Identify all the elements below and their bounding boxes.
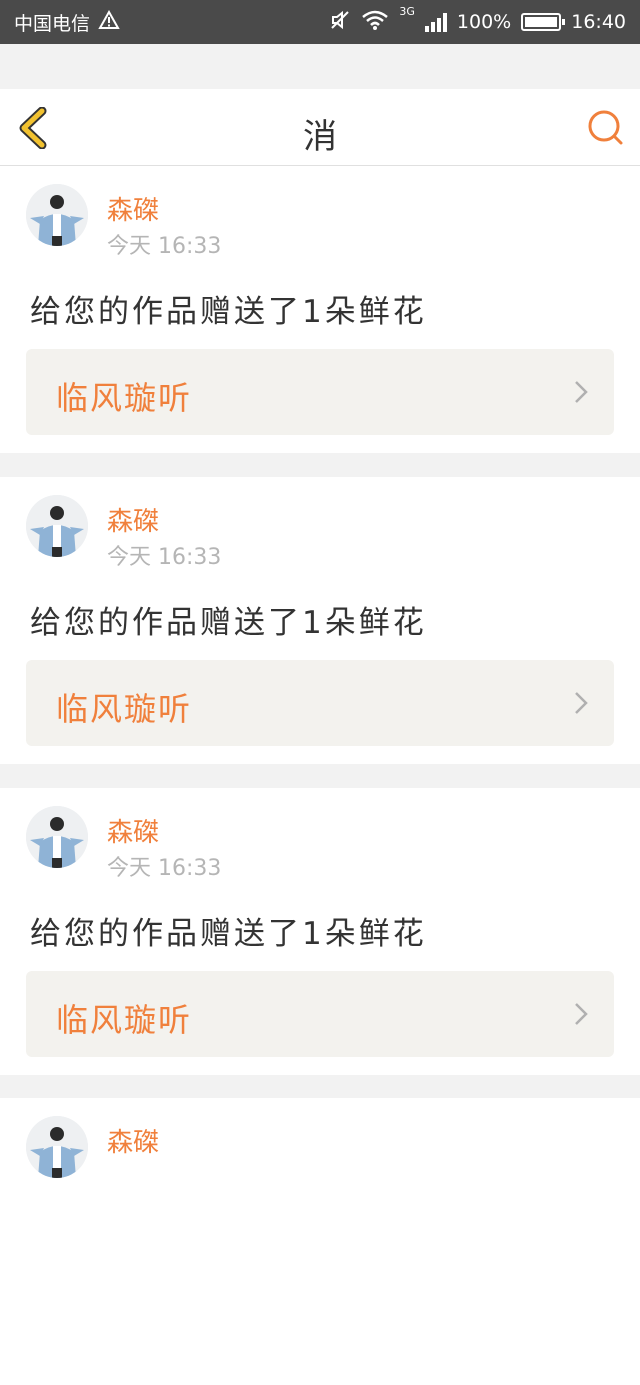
message-text: 给您的作品赠送了1朵鲜花 [30,605,427,641]
avatar[interactable] [26,184,88,246]
wifi-icon [361,9,389,36]
message-card: 森磔 今天 16:33 给您的作品赠送了1朵鲜花 临风璇听 [0,166,640,453]
work-link[interactable]: 临风璇听 [26,660,614,746]
carrier-label: 中国电信 [14,12,91,35]
user-name[interactable]: 森磔 [107,812,159,849]
message-card: 森磔 今天 16:33 给您的作品赠送了1朵鲜花 临风璇听 [0,788,640,1075]
avatar[interactable] [26,495,88,557]
avatar[interactable] [26,1116,88,1178]
user-name[interactable]: 森磔 [107,501,159,538]
work-link[interactable]: 临风璇听 [26,971,614,1057]
user-name[interactable]: 森磔 [107,1122,159,1159]
chevron-right-icon [575,381,588,403]
warning-icon [98,9,120,35]
work-title: 临风璇听 [56,690,193,728]
work-link[interactable]: 临风璇听 [26,349,614,435]
chevron-right-icon [575,692,588,714]
message-card: 森磔 [0,1098,640,1385]
chevron-right-icon [575,1003,588,1025]
post-time: 今天 16:33 [107,856,222,881]
battery-icon [521,13,566,31]
user-name[interactable]: 森磔 [107,190,159,227]
message-text: 给您的作品赠送了1朵鲜花 [30,916,427,952]
status-bar: 中国电信 3G 100% 16:40 [0,0,640,44]
work-title: 临风璇听 [56,379,193,417]
page-title: 消 [303,117,337,157]
signal-icon [424,12,447,32]
clock: 16:40 [571,11,626,33]
mute-icon [329,9,351,36]
post-time: 今天 16:33 [107,545,222,570]
search-button[interactable] [586,108,624,146]
avatar[interactable] [26,806,88,868]
work-title: 临风璇听 [56,1001,193,1039]
battery-percent: 100% [456,11,512,33]
post-time: 今天 16:33 [107,234,222,259]
nav-bar: 消 [0,89,640,166]
network-type: 3G [399,4,415,18]
message-card: 森磔 今天 16:33 给您的作品赠送了1朵鲜花 临风璇听 [0,477,640,764]
message-text: 给您的作品赠送了1朵鲜花 [30,294,427,330]
search-icon [588,110,623,145]
